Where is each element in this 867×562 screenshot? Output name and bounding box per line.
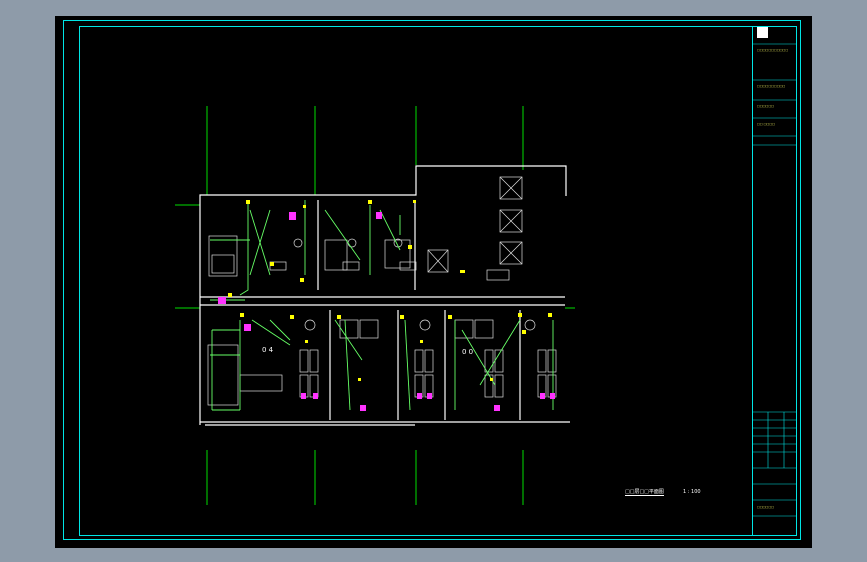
tb-text-1: □□□□□□□□□□□ <box>757 48 789 52</box>
devices <box>228 200 552 381</box>
room-label-1: 0 4 <box>262 346 274 354</box>
tb-text-5: □□□□□□ <box>757 505 775 509</box>
building-walls <box>199 165 570 426</box>
room-label-2: 0 0 <box>462 348 474 356</box>
title-block-lines <box>752 43 797 517</box>
furniture <box>207 176 557 406</box>
logo-mark <box>757 27 768 38</box>
tb-text-4: □□ □□□□ <box>757 122 775 126</box>
tb-text-3: □□□□□□ <box>757 104 775 108</box>
tb-text-2: □□□□□□□□□□ <box>757 84 786 88</box>
floor-plan-drawing <box>175 27 797 517</box>
drawing-caption: □□层□□平面图 <box>625 489 664 496</box>
drawing-scale: 1 : 100 <box>683 489 701 495</box>
